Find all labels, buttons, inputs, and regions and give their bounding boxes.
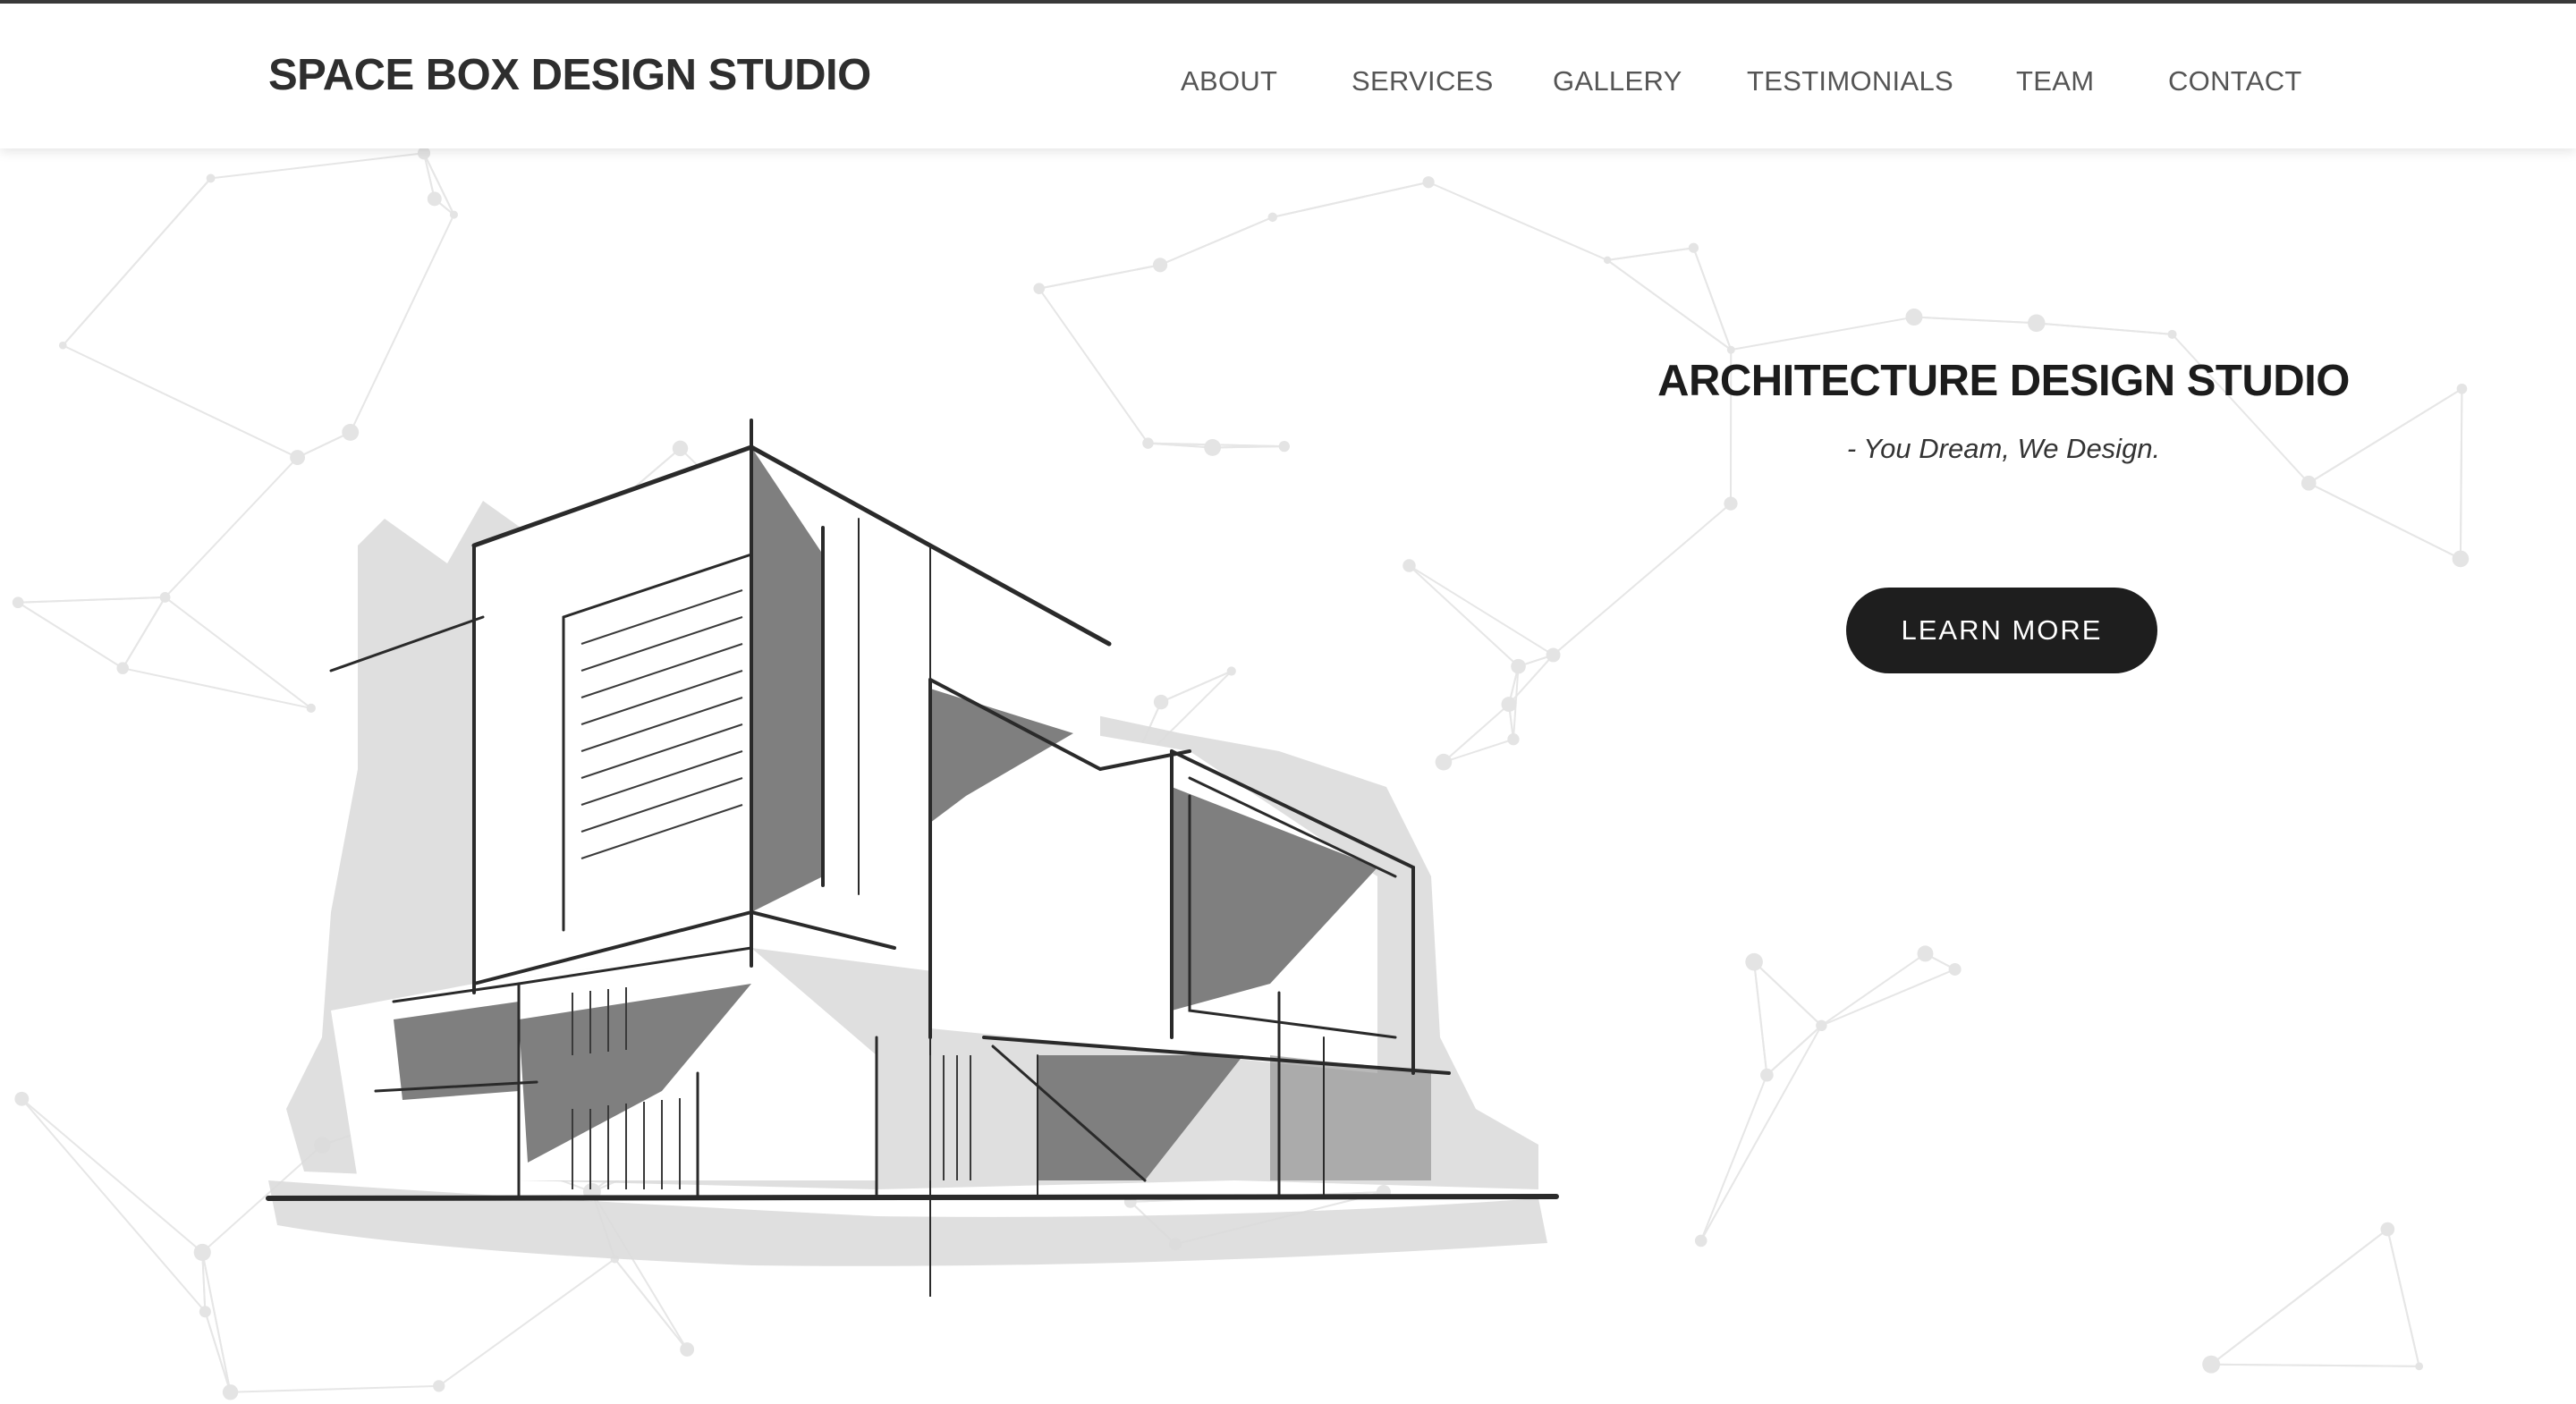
hero-tagline: - You Dream, We Design. <box>1846 433 2161 464</box>
nav-gallery[interactable]: GALLERY <box>1553 65 1682 97</box>
main-nav: ABOUT SERVICES GALLERY TESTIMONIALS TEAM… <box>0 65 2576 101</box>
architecture-sketch-illustration <box>266 419 1559 1297</box>
hero-title: ARCHITECTURE DESIGN STUDIO <box>1657 357 2350 405</box>
nav-testimonials[interactable]: TESTIMONIALS <box>1747 65 1953 97</box>
site-header: SPACE BOX DESIGN STUDIO ABOUT SERVICES G… <box>0 4 2576 148</box>
nav-team[interactable]: TEAM <box>2016 65 2094 97</box>
nav-services[interactable]: SERVICES <box>1352 65 1494 97</box>
hero-text-block: ARCHITECTURE DESIGN STUDIO - You Dream, … <box>1646 356 2361 465</box>
nav-contact[interactable]: CONTACT <box>2168 65 2302 97</box>
learn-more-button[interactable]: LEARN MORE <box>1846 588 2157 673</box>
nav-about[interactable]: ABOUT <box>1181 65 1277 97</box>
